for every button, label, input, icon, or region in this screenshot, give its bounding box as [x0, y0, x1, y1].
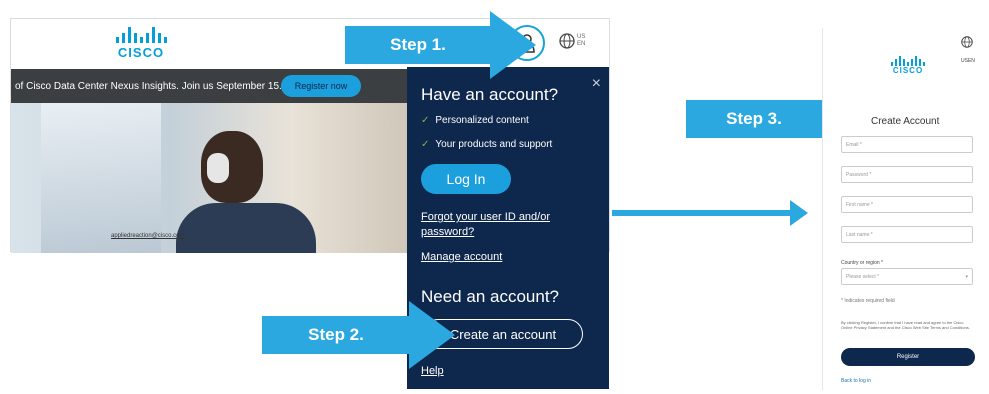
- hero-image: appliedreaction@cisco.com: [11, 103, 411, 253]
- cisco-bars-icon: [883, 56, 933, 66]
- back-to-login-link[interactable]: Back to log in: [841, 378, 871, 384]
- hero-caption[interactable]: appliedreaction@cisco.com: [111, 233, 184, 239]
- cisco-bars-icon: [106, 27, 176, 43]
- country-select[interactable]: Please select * ▾: [841, 268, 973, 285]
- cisco-wordmark: CISCO: [117, 45, 165, 60]
- hero-person-body: [176, 203, 316, 253]
- step-1-callout: Step 1.: [345, 26, 491, 64]
- required-note: * Indicates required field: [841, 298, 895, 304]
- globe-icon: [559, 33, 575, 49]
- legal-text: By clicking Register, I confirm that I h…: [841, 320, 970, 330]
- benefit-label: Your products and support: [435, 139, 553, 150]
- last-name-field[interactable]: Last name *: [841, 226, 973, 243]
- step-1-arrowhead: [490, 11, 536, 79]
- password-field[interactable]: Password *: [841, 166, 973, 183]
- chevron-down-icon: ▾: [965, 274, 968, 280]
- register-button[interactable]: Register: [841, 348, 975, 366]
- page-title: Create Account: [871, 116, 940, 127]
- step-3-callout: Step 3.: [686, 100, 822, 138]
- step-3-label: Step 3.: [726, 109, 782, 128]
- check-icon: ✓: [421, 115, 430, 126]
- cisco-logo[interactable]: CISCO: [883, 56, 933, 75]
- forgot-credentials-link[interactable]: Forgot your user ID and/or password?: [421, 210, 550, 240]
- step-1-label: Step 1.: [390, 35, 446, 54]
- locale-label: USEN: [961, 58, 975, 64]
- close-icon[interactable]: ×: [592, 75, 601, 93]
- language-selector[interactable]: USEN: [559, 33, 585, 49]
- check-icon: ✓: [421, 139, 430, 150]
- step-2-callout: Step 2.: [262, 316, 410, 354]
- have-account-heading: Have an account?: [421, 85, 559, 104]
- email-field[interactable]: Email *: [841, 136, 973, 153]
- step-2-arrowhead: [409, 301, 455, 369]
- cisco-logo[interactable]: CISCO: [106, 27, 176, 63]
- locale-label: USEN: [577, 34, 586, 47]
- benefit-item: ✓ Personalized content: [421, 115, 529, 126]
- tutorial-composite: CISCO US EN of Cisco Data Center Nexus In…: [0, 0, 989, 394]
- headphones-icon: [207, 153, 229, 183]
- flow-arrowhead: [790, 200, 808, 226]
- create-account-screenshot: USEN CISCO Create Account Email * Passwo…: [822, 28, 986, 390]
- step-2-label: Step 2.: [308, 325, 364, 344]
- manage-account-link[interactable]: Manage account: [421, 250, 502, 265]
- log-in-button[interactable]: Log In: [421, 164, 511, 194]
- flow-arrow-shaft: [612, 210, 790, 216]
- country-label: Country or region *: [841, 260, 883, 266]
- register-now-button[interactable]: Register now: [281, 75, 361, 97]
- benefit-item: ✓ Your products and support: [421, 139, 552, 150]
- language-selector[interactable]: USEN: [961, 36, 986, 65]
- globe-icon: [961, 36, 973, 48]
- first-name-field[interactable]: First name *: [841, 196, 973, 213]
- benefit-label: Personalized content: [435, 115, 529, 126]
- cisco-wordmark: CISCO: [892, 66, 924, 75]
- hero-background: [41, 103, 161, 253]
